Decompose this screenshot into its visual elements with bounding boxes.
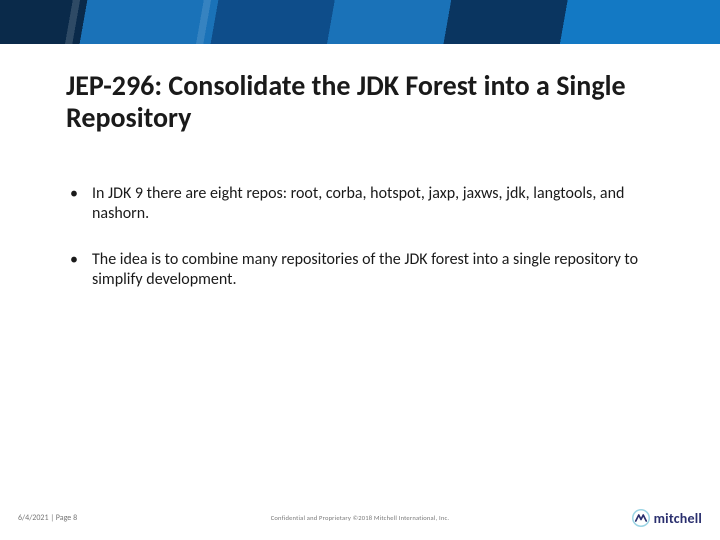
bullet-marker: • <box>70 184 92 224</box>
footer: 6/4/2021 | Page 8 Confidential and Propr… <box>18 506 702 530</box>
bullet-item: • The idea is to combine many repositori… <box>70 250 650 290</box>
footer-center: Confidential and Proprietary ©2018 Mitch… <box>18 514 702 522</box>
slide: JEP-296: Consolidate the JDK Forest into… <box>0 0 720 540</box>
slide-body: • In JDK 9 there are eight repos: root, … <box>70 184 650 316</box>
header-banner <box>0 0 720 44</box>
slide-title: JEP-296: Consolidate the JDK Forest into… <box>66 70 666 134</box>
logo-mark-icon <box>632 509 650 527</box>
bullet-marker: • <box>70 250 92 290</box>
bullet-text: In JDK 9 there are eight repos: root, co… <box>92 184 650 224</box>
bullet-text: The idea is to combine many repositories… <box>92 250 650 290</box>
bullet-item: • In JDK 9 there are eight repos: root, … <box>70 184 650 224</box>
